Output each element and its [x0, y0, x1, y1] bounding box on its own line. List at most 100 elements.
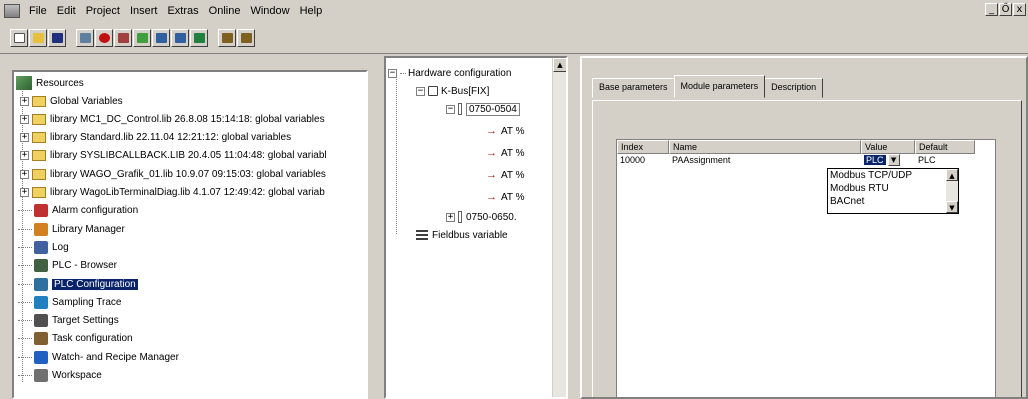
expand-icon[interactable]: +	[20, 133, 29, 143]
monitor-button[interactable]	[190, 28, 208, 47]
resource-item[interactable]: Library Manager	[18, 220, 125, 238]
value-select[interactable]: PLC	[864, 155, 886, 165]
resource-item-label: Watch- and Recipe Manager	[52, 351, 179, 363]
expand-icon[interactable]: +	[20, 114, 29, 124]
expand-icon[interactable]: +	[20, 188, 29, 197]
resource-item-label: Library Manager	[52, 223, 125, 235]
fieldbus-node[interactable]: Fieldbus variable	[416, 226, 508, 244]
col-index[interactable]: Index	[617, 140, 669, 154]
at-label: AT %	[501, 125, 525, 137]
login-icon	[79, 32, 91, 43]
scroll-up-icon[interactable]: ▲	[946, 169, 958, 181]
scroll-down-icon[interactable]: ▼	[946, 201, 958, 213]
resource-item[interactable]: + Global Variables	[18, 92, 123, 110]
tab-base-parameters[interactable]: Base parameters	[592, 78, 675, 98]
resource-item[interactable]: Alarm configuration	[18, 202, 138, 220]
menu-project[interactable]: Project	[81, 0, 125, 22]
find-button[interactable]	[218, 28, 236, 47]
module-label: 0750-0504	[466, 102, 520, 116]
menu-online[interactable]: Online	[204, 0, 246, 22]
cell-name: PAAssignment	[672, 155, 731, 165]
hardware-root[interactable]: − Hardware configuration	[388, 64, 511, 82]
menu-help[interactable]: Help	[295, 0, 328, 22]
dropdown-scrollbar[interactable]: ▲ ▼	[946, 169, 958, 213]
resource-item[interactable]: Log	[18, 238, 69, 256]
at-label: AT %	[501, 147, 525, 159]
restore-button[interactable]: Ő	[999, 3, 1012, 16]
resource-item[interactable]: Sampling Trace	[18, 293, 121, 311]
collapse-icon[interactable]: −	[446, 104, 455, 114]
menu-window[interactable]: Window	[245, 0, 294, 22]
close-button[interactable]: x	[1013, 3, 1026, 16]
expand-icon[interactable]: +	[20, 151, 29, 161]
collapse-icon[interactable]: −	[388, 68, 397, 78]
resource-item[interactable]: Workspace	[18, 367, 102, 385]
open-folder-icon	[32, 32, 44, 43]
minimize-button[interactable]: _	[985, 3, 998, 16]
option-modbus-tcp[interactable]: Modbus TCP/UDP	[828, 169, 958, 182]
new-file-button[interactable]	[10, 28, 28, 47]
replace-button[interactable]	[237, 28, 255, 47]
hardware-scrollbar[interactable]: ▲	[552, 58, 566, 397]
at-item[interactable]: → AT %	[486, 188, 525, 206]
kbus-node[interactable]: − K-Bus[FIX]	[416, 82, 489, 100]
scroll-up-icon[interactable]: ▲	[553, 58, 566, 72]
menu-insert[interactable]: Insert	[125, 0, 163, 22]
breakpoint-button[interactable]	[133, 28, 151, 47]
resource-item[interactable]: + library SYSLIBCALLBACK.LIB 20.4.05 11:0…	[18, 147, 327, 165]
expand-icon[interactable]: +	[446, 212, 455, 222]
app-icon[interactable]	[4, 4, 20, 18]
at-item[interactable]: → AT %	[486, 166, 525, 184]
col-default[interactable]: Default	[915, 140, 975, 154]
resource-item[interactable]: PLC - Browser	[18, 257, 117, 275]
resource-item[interactable]: Watch- and Recipe Manager	[18, 348, 179, 366]
module-0750-0650[interactable]: + 0750-0650.	[446, 208, 517, 226]
workspace-icon	[34, 369, 48, 382]
stop-button[interactable]	[95, 28, 113, 47]
run-button[interactable]	[114, 28, 132, 47]
value-dropdown-list[interactable]: Modbus TCP/UDP Modbus RTU BACnet ▲ ▼	[827, 168, 959, 214]
collapse-icon[interactable]: −	[416, 86, 425, 96]
resource-item[interactable]: PLC Configuration	[18, 275, 138, 293]
resource-item-label: PLC - Browser	[52, 260, 118, 272]
login-button[interactable]	[76, 28, 94, 47]
col-value[interactable]: Value	[861, 140, 915, 154]
resource-item-label: Target Settings	[52, 315, 119, 327]
save-button[interactable]	[48, 28, 66, 47]
open-button[interactable]	[29, 28, 47, 47]
menu-file[interactable]: File	[24, 0, 52, 22]
tab-module-parameters[interactable]: Module parameters	[673, 75, 766, 98]
resource-item-label: Global Variables	[50, 95, 123, 107]
monitor-icon	[193, 32, 205, 43]
tab-description[interactable]: Description	[764, 78, 824, 98]
option-modbus-rtu[interactable]: Modbus RTU	[828, 182, 958, 195]
at-item[interactable]: → AT %	[486, 144, 525, 162]
resource-item[interactable]: Task configuration	[18, 330, 133, 348]
resource-item[interactable]: + library WAGO_Grafik_01.lib 10.9.07 09:1…	[18, 165, 326, 183]
tree-connector	[18, 210, 32, 212]
module-0750-0504[interactable]: − 0750-0504	[446, 100, 520, 118]
at-item[interactable]: → AT %	[486, 122, 525, 140]
resource-item[interactable]: + library WagoLibTerminalDiag.lib 4.1.07 …	[18, 184, 325, 202]
menu-edit[interactable]: Edit	[52, 0, 81, 22]
resource-item[interactable]: + library MC1_DC_Control.lib 26.8.08 15:1…	[18, 110, 325, 128]
option-bacnet[interactable]: BACnet	[828, 195, 958, 208]
resource-item[interactable]: Target Settings	[18, 312, 119, 330]
resource-item-label: Log	[52, 241, 69, 253]
resources-root[interactable]: Resources	[16, 74, 84, 92]
resource-item[interactable]: + library Standard.lib 22.11.04 12:21:12:…	[18, 129, 291, 147]
step-in-button[interactable]	[171, 28, 189, 47]
expand-icon[interactable]: +	[20, 169, 29, 179]
step-over-button[interactable]	[152, 28, 170, 47]
step-in-icon	[174, 32, 186, 43]
cell-value[interactable]: PLC ▼	[861, 154, 915, 166]
col-name[interactable]: Name	[669, 140, 861, 154]
menu-bar: File Edit Project Insert Extras Online W…	[0, 0, 1028, 22]
chevron-down-icon[interactable]: ▼	[887, 154, 900, 166]
expand-icon[interactable]: +	[20, 96, 29, 106]
resource-item-label: library Standard.lib 22.11.04 12:21:12: …	[50, 132, 292, 144]
menu-extras[interactable]: Extras	[162, 0, 203, 22]
folder-icon	[32, 132, 46, 144]
plc-config-icon	[34, 277, 48, 291]
table-row[interactable]: 10000 PAAssignment PLC ▼ PLC	[617, 154, 975, 166]
